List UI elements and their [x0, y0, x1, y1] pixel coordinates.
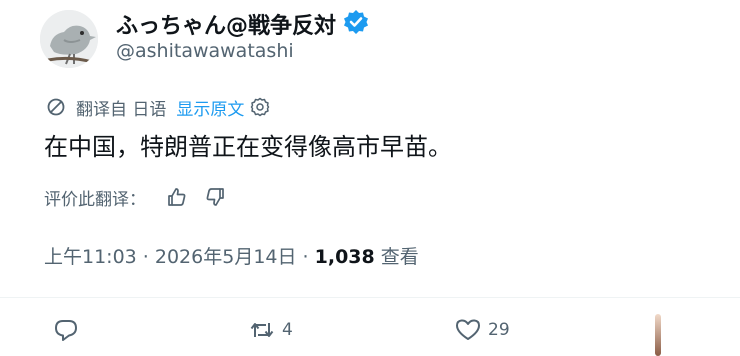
view-count: 1,038: [314, 246, 375, 268]
thumbs-down-icon[interactable]: [204, 186, 226, 208]
gear-icon[interactable]: [250, 97, 270, 117]
retweet-icon: [250, 323, 274, 337]
avatar[interactable]: [40, 10, 98, 68]
display-name[interactable]: ふっちゃん@戦争反対: [116, 8, 336, 40]
background-image-fragment: [655, 314, 661, 356]
divider: [0, 297, 740, 298]
like-button[interactable]: 29: [454, 316, 510, 344]
show-original-link[interactable]: 显示原文: [176, 95, 244, 120]
reply-icon: [55, 320, 77, 341]
translation-label: 翻译自 日语: [76, 99, 167, 120]
retweet-button[interactable]: 4: [248, 316, 293, 344]
like-count: 29: [488, 320, 510, 340]
verified-badge-icon: [343, 9, 369, 35]
tweet-text: 在中国，特朗普正在变得像高市早苗。: [44, 133, 452, 161]
bird-avatar-icon: [40, 10, 98, 68]
rate-translation-row: 评价此翻译：: [44, 184, 226, 210]
thumbs-up-icon[interactable]: [166, 186, 188, 208]
retweet-count: 4: [282, 320, 293, 340]
rate-translation-label: 评价此翻译：: [44, 189, 146, 210]
tweet-timestamp[interactable]: 上午11:03 · 2026年5月14日 ·: [44, 246, 315, 268]
reply-button[interactable]: [52, 316, 86, 344]
translate-icon: [46, 97, 66, 117]
tweet-metadata: 上午11:03 · 2026年5月14日 · 1,038 查看: [44, 242, 419, 269]
translation-bar: 翻译自 日语 显示原文: [46, 95, 270, 120]
views-label: 查看: [374, 246, 419, 268]
user-handle[interactable]: @ashitawawatashi: [116, 40, 294, 62]
heart-icon: [456, 319, 480, 340]
